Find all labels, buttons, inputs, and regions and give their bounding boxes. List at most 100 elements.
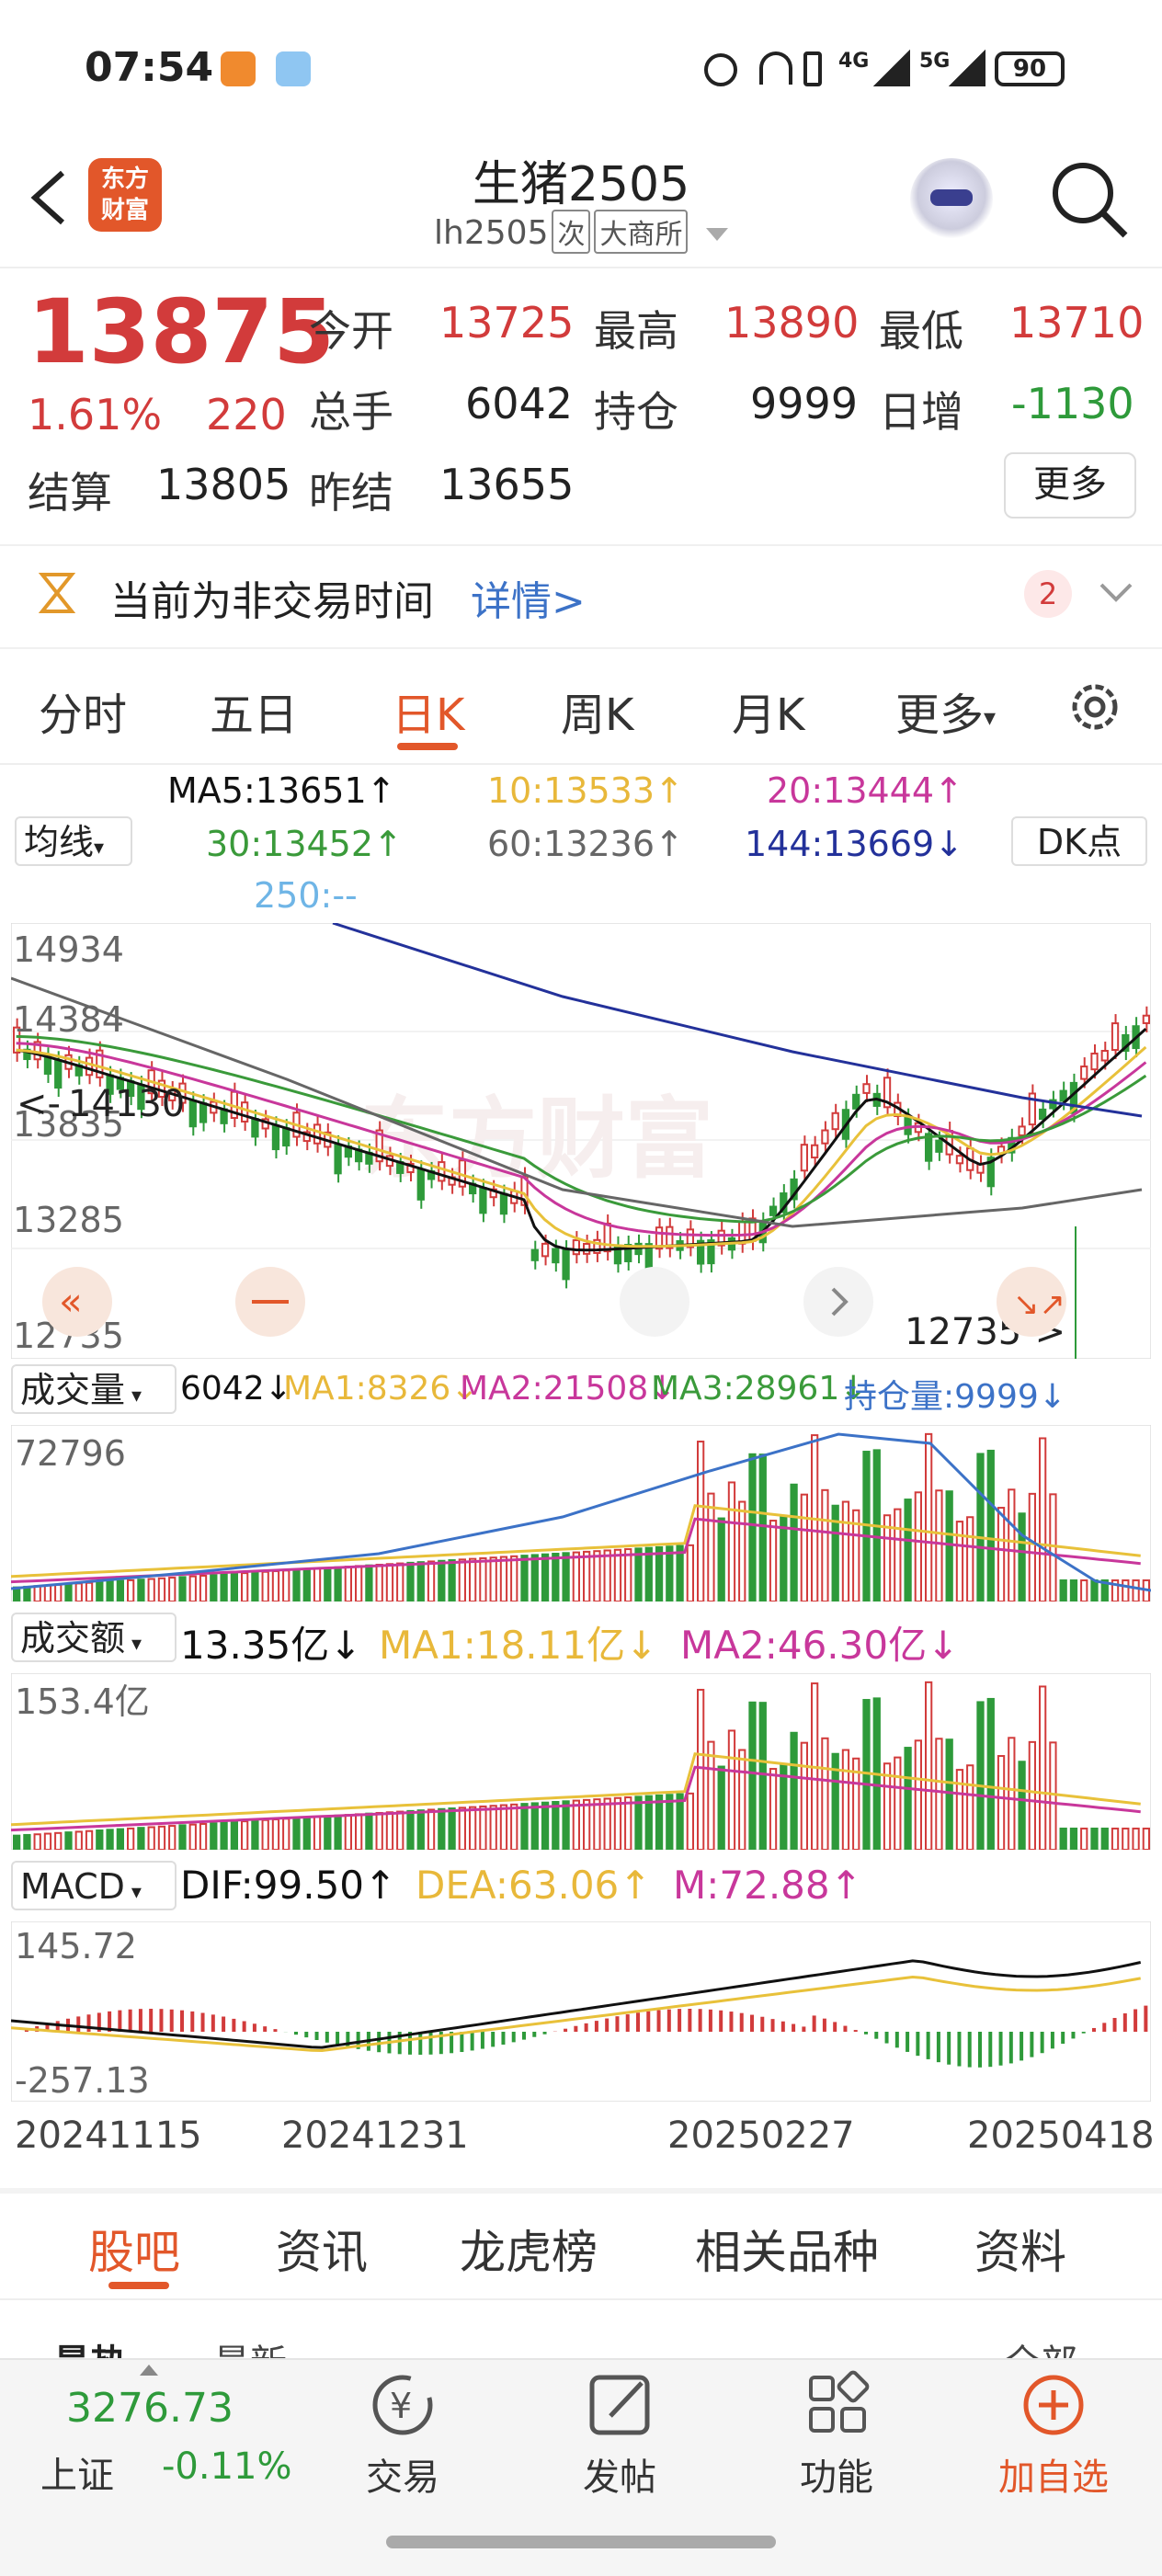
amount-bar: [1069, 1827, 1078, 1850]
dropdown-caret-icon[interactable]: [705, 228, 728, 241]
volume-bar: [85, 1581, 94, 1601]
trade-nav[interactable]: ¥ 交易: [329, 2370, 476, 2508]
amount-bar: [499, 1804, 508, 1850]
tab-more[interactable]: 更多▾: [895, 678, 996, 743]
amount-bar: [894, 1756, 902, 1850]
amount-bar: [769, 1768, 778, 1850]
nav-center-button[interactable]: [620, 1267, 689, 1337]
dk-point-button[interactable]: DK点: [1011, 816, 1147, 866]
chevron-down-icon[interactable]: [1098, 579, 1134, 607]
macd-chart[interactable]: 145.72 -257.13: [11, 1921, 1151, 2102]
amount-chart[interactable]: 153.4亿: [11, 1673, 1151, 1850]
volume-bar: [1028, 1492, 1037, 1601]
volume-bar: [33, 1585, 41, 1601]
kline-candle: [552, 1248, 560, 1264]
network-5g: 5G: [919, 50, 951, 73]
kline-candle: [562, 1248, 570, 1281]
kline-candle: [43, 1055, 52, 1075]
amount-bar: [583, 1798, 591, 1850]
amount-bar: [116, 1828, 124, 1850]
ma-select[interactable]: 均线▾: [15, 816, 132, 866]
prev-settle-value: 13655: [439, 460, 575, 509]
kline-candle: [334, 1143, 342, 1175]
volume-bar: [676, 1544, 684, 1601]
volume-bar: [1132, 1579, 1140, 1601]
volume-select-label: 成交量: [20, 1370, 126, 1410]
volume-chart[interactable]: 72796: [11, 1425, 1151, 1601]
amount-bar: [396, 1810, 404, 1850]
tab-forum[interactable]: 股吧: [88, 2216, 180, 2282]
volume-label: 总手: [309, 387, 393, 437]
settings-gear-icon[interactable]: [1066, 678, 1123, 735]
amount-bar: [438, 1807, 446, 1850]
volume-bar: [976, 1453, 985, 1601]
amount-bar: [230, 1820, 239, 1850]
volume-bar: [986, 1449, 995, 1601]
index-value[interactable]: 3276.73: [66, 2385, 234, 2432]
amount-select[interactable]: 成交额 ▾: [11, 1613, 177, 1662]
tab-daily-k[interactable]: 日K: [392, 678, 464, 743]
tab-dragon-tiger[interactable]: 龙虎榜: [460, 2216, 598, 2282]
volume-bar: [707, 1492, 715, 1601]
notice-text: 当前为非交易时间: [110, 578, 434, 625]
open-label: 今开: [309, 306, 393, 356]
volume-bar: [168, 1577, 177, 1601]
tab-weekly-k[interactable]: 周K: [561, 678, 633, 743]
notice-detail-link[interactable]: 详情>: [471, 568, 586, 627]
exchange-tag: 大商所: [594, 210, 689, 254]
kline-candle: [1100, 1050, 1109, 1062]
sort-new[interactable]: 最新: [213, 2333, 287, 2358]
volume-bar: [769, 1520, 778, 1601]
tab-intraday[interactable]: 分时: [39, 678, 127, 743]
macd-select[interactable]: MACD ▾: [11, 1861, 177, 1910]
robot-assistant-icon[interactable]: [910, 158, 993, 241]
amount-ma2: MA2:46.30亿↓: [680, 1623, 960, 1668]
post-nav[interactable]: 发帖: [546, 2370, 693, 2508]
notice-count-badge[interactable]: 2: [1024, 570, 1072, 618]
tab-monthly-k[interactable]: 月K: [732, 678, 804, 743]
amount-bar: [406, 1809, 415, 1850]
volume-bar: [469, 1557, 477, 1601]
tab-profile[interactable]: 资料: [974, 2216, 1066, 2282]
volume-bar: [282, 1569, 290, 1601]
tab-more-label: 更多: [895, 690, 985, 741]
collapse-caret-icon[interactable]: [140, 2365, 158, 2376]
add-watchlist-nav[interactable]: 加自选: [980, 2370, 1127, 2508]
function-nav[interactable]: 功能: [763, 2370, 910, 2508]
volume-ma3: MA3:28961↓: [651, 1370, 868, 1408]
more-quote-button[interactable]: 更多: [1004, 452, 1136, 519]
volume-bar: [1049, 1493, 1057, 1601]
amount-bar: [945, 1738, 953, 1850]
tab-related[interactable]: 相关品种: [695, 2216, 879, 2282]
kline-chart[interactable]: 东方财富 14934 14384 13835 13285 12735 <- 14…: [11, 923, 1151, 1359]
ma5-value: MA5:13651↑: [167, 770, 396, 811]
settle-label: 结算: [28, 468, 112, 518]
filter-all[interactable]: 全部: [1004, 2333, 1077, 2358]
amount-bar: [541, 1801, 550, 1850]
volume-open-interest: 持仓量:9999↓: [844, 1378, 1066, 1416]
volume-bar: [43, 1584, 52, 1601]
date-label-2: 20241231: [281, 2114, 469, 2157]
amount-bar: [64, 1831, 73, 1850]
tab-news[interactable]: 资讯: [276, 2216, 368, 2282]
volume-bar: [313, 1567, 322, 1601]
amount-bar: [427, 1808, 436, 1850]
amount-bar: [313, 1816, 322, 1850]
amount-bar: [986, 1697, 995, 1850]
sort-hot[interactable]: 最热: [53, 2333, 127, 2358]
amount-bar: [85, 1829, 94, 1850]
kline-candle: [1111, 1022, 1120, 1052]
kline-candle: [603, 1222, 611, 1253]
amount-bar: [1142, 1827, 1151, 1850]
amount-ma1: MA1:18.11亿↓: [379, 1623, 658, 1668]
kline-candle: [1039, 1108, 1047, 1121]
volume-bar: [520, 1555, 529, 1601]
kline-high-mark: 14130: [68, 1083, 185, 1125]
search-icon[interactable]: [1048, 158, 1131, 241]
kline-candle: [251, 1118, 259, 1138]
volume-select[interactable]: 成交量 ▾: [11, 1364, 177, 1414]
expand-arrows-icon: ↘↗: [1013, 1286, 1065, 1323]
amount-bar: [479, 1805, 487, 1850]
tab-five-day[interactable]: 五日: [210, 678, 298, 743]
scroll-right-button[interactable]: [803, 1267, 873, 1337]
